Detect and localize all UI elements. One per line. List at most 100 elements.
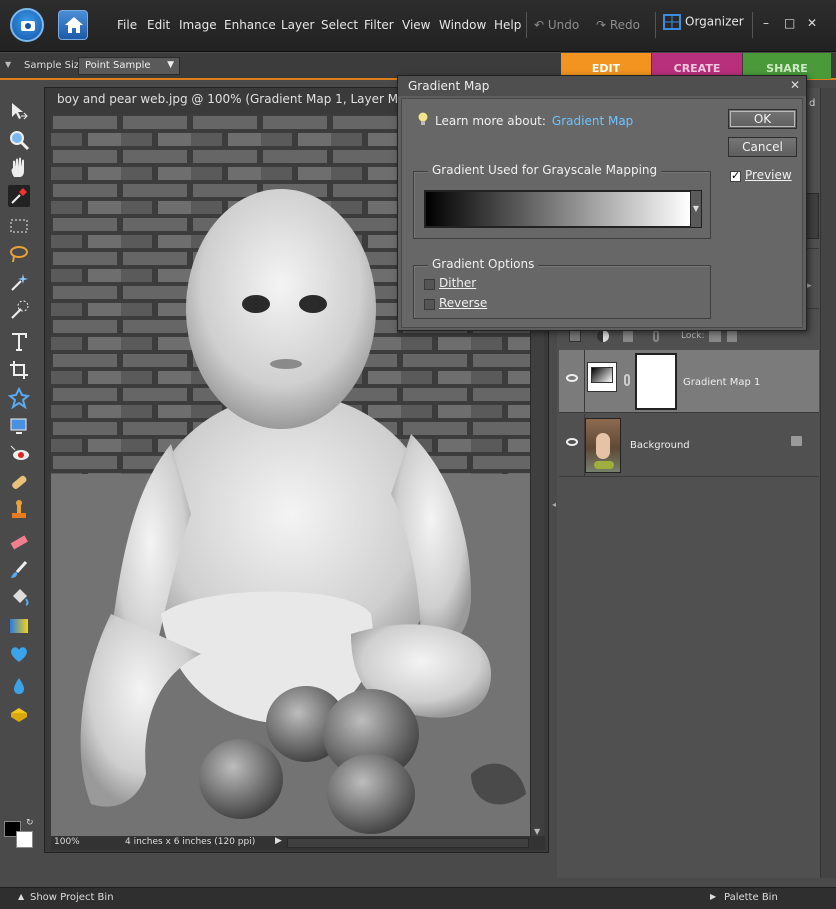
gradient-group-label: Gradient Used for Grayscale Mapping — [428, 163, 662, 177]
panel-scrollbar-right[interactable] — [820, 88, 836, 878]
layer-row-gradient-map[interactable]: Gradient Map 1 — [559, 350, 819, 413]
mask-link-icon[interactable] — [624, 374, 630, 386]
menu-filter[interactable]: Filter — [364, 18, 394, 32]
collapse-panel-icon[interactable]: ◂ — [552, 500, 556, 509]
menu-edit[interactable]: Edit — [147, 18, 170, 32]
marquee-tool-icon[interactable] — [8, 215, 30, 237]
status-menu-arrow-icon[interactable]: ▶ — [275, 836, 282, 846]
eraser-tool-icon[interactable] — [8, 531, 30, 553]
organizer-button[interactable]: Organizer — [663, 14, 744, 30]
gradient-options-label: Gradient Options — [428, 257, 539, 271]
paint-bucket-tool-icon[interactable] — [8, 587, 30, 609]
gradient-tool-icon[interactable] — [8, 615, 30, 637]
redo-button[interactable]: ↷ Redo — [596, 18, 640, 32]
menu-window[interactable]: Window — [439, 18, 486, 32]
crop-tool-icon[interactable] — [8, 359, 30, 381]
shape-tool-icon[interactable] — [7, 386, 31, 410]
gradient-dropdown-arrow-icon[interactable]: ▼ — [690, 190, 702, 228]
eyedropper-tool-icon[interactable] — [8, 185, 30, 207]
visibility-eye-icon[interactable] — [566, 438, 578, 446]
red-eye-tool-icon[interactable] — [8, 443, 30, 465]
smart-brush-tool-icon[interactable] — [8, 643, 30, 665]
document-title: boy and pear web.jpg @ 100% (Gradient Ma… — [57, 92, 435, 106]
quick-selection-tool-icon[interactable] — [8, 299, 30, 321]
show-project-bin-button[interactable]: Show Project Bin — [30, 892, 114, 903]
recompose-tool-icon[interactable] — [8, 415, 30, 437]
lock-transparent-icon[interactable] — [709, 330, 721, 342]
adjustment-layer-icon[interactable] — [597, 330, 609, 342]
visibility-eye-icon[interactable] — [566, 374, 578, 382]
palette-bin-button[interactable]: Palette Bin — [724, 892, 778, 903]
organizer-label: Organizer — [685, 14, 744, 29]
app-logo[interactable] — [10, 8, 44, 42]
undo-button[interactable]: ↶ Undo — [534, 18, 579, 32]
preview-checkbox[interactable] — [730, 169, 741, 182]
layer-mask-thumbnail[interactable] — [635, 353, 677, 410]
home-icon — [65, 17, 83, 33]
lock-all-icon[interactable] — [727, 330, 737, 342]
menu-view[interactable]: View — [402, 18, 430, 32]
menu-divider — [526, 12, 527, 38]
minimize-button[interactable]: – — [763, 16, 769, 30]
swap-colors-icon[interactable]: ↻ — [26, 818, 34, 828]
panel-expand-icon[interactable]: ▸ — [807, 281, 812, 291]
app-window: File Edit Image Enhance Layer Select Fil… — [0, 0, 836, 909]
cancel-button[interactable]: Cancel — [728, 137, 797, 157]
sample-size-select[interactable]: Point Sample ▼ — [78, 57, 180, 75]
layer-name: Background — [630, 440, 690, 451]
sponge-tool-icon[interactable] — [8, 703, 30, 725]
layer-name: Gradient Map 1 — [683, 377, 761, 388]
horizontal-scrollbar[interactable] — [287, 838, 529, 848]
learn-more: Learn more about: Gradient Map — [435, 114, 633, 128]
gradient-preview[interactable] — [424, 190, 692, 228]
menu-layer[interactable]: Layer — [281, 18, 314, 32]
menu-select[interactable]: Select — [321, 18, 358, 32]
magic-wand-tool-icon[interactable] — [8, 271, 30, 293]
background-color-swatch[interactable] — [16, 831, 33, 848]
zoom-tool-icon[interactable] — [8, 129, 30, 151]
ok-button[interactable]: OK — [728, 109, 797, 129]
menu-bar: File Edit Image Enhance Layer Select Fil… — [0, 0, 836, 52]
adjustment-thumbnail-icon — [587, 362, 617, 392]
gradient-map-dialog: Gradient Map ✕ Learn more about: Gradient… — [397, 75, 807, 331]
link-layers-icon[interactable] — [653, 330, 659, 342]
scroll-down-icon[interactable]: ▼ — [534, 827, 540, 836]
learn-more-label: Learn more about: — [435, 114, 546, 128]
undo-label: Undo — [547, 18, 580, 32]
reverse-checkbox[interactable] — [424, 299, 435, 310]
blur-tool-icon[interactable] — [8, 675, 30, 697]
learn-more-link[interactable]: Gradient Map — [552, 114, 633, 128]
sample-size-value: Point Sample — [85, 60, 151, 71]
menu-file[interactable]: File — [117, 18, 137, 32]
maximize-button[interactable]: □ — [784, 16, 795, 30]
preview-label: Preview — [745, 168, 792, 182]
clone-stamp-tool-icon[interactable] — [8, 499, 30, 521]
panel-scrollbar[interactable] — [805, 193, 819, 239]
menu-divider — [752, 12, 753, 38]
lightbulb-icon — [418, 112, 428, 125]
trash-icon[interactable] — [623, 330, 633, 342]
dither-checkbox[interactable] — [424, 279, 435, 290]
healing-brush-tool-icon[interactable] — [8, 471, 30, 493]
menu-help[interactable]: Help — [494, 18, 521, 32]
brush-tool-icon[interactable] — [8, 559, 30, 581]
menu-divider — [655, 12, 656, 38]
menu-image[interactable]: Image — [179, 18, 217, 32]
document-size-info: 4 inches x 6 inches (120 ppi) — [125, 837, 256, 847]
layer-row-background[interactable]: Background — [559, 414, 819, 477]
new-layer-icon[interactable] — [569, 330, 581, 342]
gradient-group: Gradient Used for Grayscale Mapping ▼ — [413, 163, 711, 239]
color-swatches[interactable]: ↻ — [4, 818, 36, 851]
hand-tool-icon[interactable] — [8, 157, 30, 179]
lasso-tool-icon[interactable] — [8, 243, 30, 265]
menu-enhance[interactable]: Enhance — [224, 18, 276, 32]
move-tool-icon[interactable] — [8, 101, 30, 123]
options-menu-icon[interactable]: ▼ — [5, 60, 11, 69]
dialog-title: Gradient Map — [398, 76, 806, 96]
camera-icon — [21, 21, 35, 31]
reverse-label: Reverse — [439, 296, 488, 310]
close-icon[interactable]: ✕ — [790, 78, 800, 92]
type-tool-icon[interactable] — [8, 331, 30, 353]
home-button[interactable] — [58, 10, 88, 40]
close-window-button[interactable]: ✕ — [807, 16, 817, 30]
